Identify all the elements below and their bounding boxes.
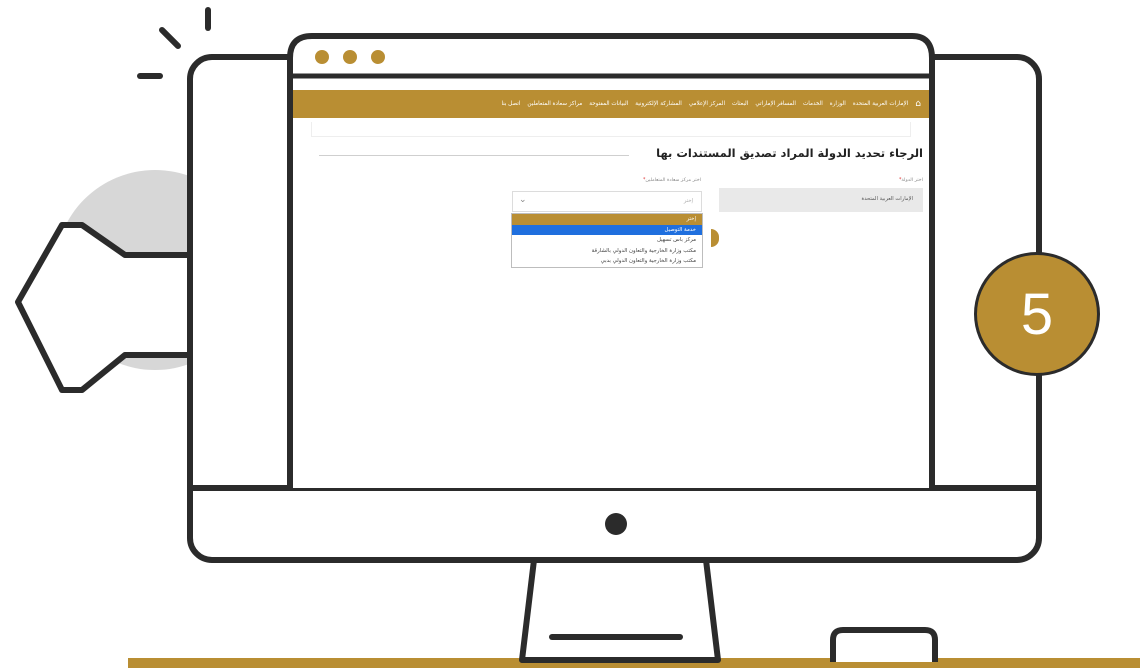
nav-item[interactable]: المسافر الإماراتي xyxy=(755,101,796,107)
nav-item[interactable]: الإمارات العربية المتحدة xyxy=(853,101,908,107)
nav-item[interactable]: البعثات xyxy=(732,101,748,107)
center-label: اختر مركز سعادة المتعاملين* xyxy=(643,178,701,183)
browser-dot[interactable] xyxy=(343,50,357,64)
next-button[interactable] xyxy=(711,229,719,247)
dropdown-option[interactable]: مكتب وزارة الخارجية والتعاون الدولي بدبي xyxy=(512,256,702,267)
dropdown-option[interactable]: مركز باس تسهيل xyxy=(512,235,702,246)
dropdown-option[interactable]: خدمة التوصيل xyxy=(512,224,702,235)
country-label-text: اختر الدولة xyxy=(901,178,923,183)
monitor-stand xyxy=(519,559,721,663)
website-screen: ⌂ الإمارات العربية المتحدة الوزارة الخدم… xyxy=(293,90,929,485)
country-select-value: الإمارات العربية المتحدة xyxy=(861,196,913,202)
dropdown-option[interactable]: إختر xyxy=(512,214,702,225)
country-select[interactable]: الإمارات العربية المتحدة xyxy=(719,188,923,212)
page-title: الرجاء تحديد الدولة المراد تصديق المستند… xyxy=(656,146,923,160)
title-divider xyxy=(319,155,629,156)
mug xyxy=(830,627,938,662)
browser-dot[interactable] xyxy=(371,50,385,64)
nav-item[interactable]: الخدمات xyxy=(803,101,823,107)
nav-item[interactable]: البيانات المفتوحة xyxy=(589,101,628,107)
nav-item[interactable]: مراكز سعادة المتعاملين xyxy=(527,101,582,107)
main-nav: ⌂ الإمارات العربية المتحدة الوزارة الخدم… xyxy=(293,90,929,118)
step-number: 5 xyxy=(1020,281,1054,347)
chevron-down-icon: ⌄ xyxy=(519,195,527,205)
camera-dot xyxy=(605,513,627,535)
browser-dot[interactable] xyxy=(315,50,329,64)
nav-item[interactable]: اتصل بنا xyxy=(501,101,520,107)
center-dropdown-list: إختر خدمة التوصيل مركز باس تسهيل مكتب وز… xyxy=(511,213,703,268)
sub-nav-bar xyxy=(311,122,911,137)
center-select[interactable]: إختر ⌄ xyxy=(512,191,702,212)
dropdown-option[interactable]: مكتب وزارة الخارجية والتعاون الدولي بالش… xyxy=(512,246,702,257)
nav-item[interactable]: الوزارة xyxy=(830,101,846,107)
center-select-placeholder: إختر xyxy=(683,198,693,204)
step-number-badge: 5 xyxy=(974,252,1100,376)
home-icon[interactable]: ⌂ xyxy=(915,99,921,109)
nav-item[interactable]: المشاركة الإلكترونية xyxy=(635,101,682,107)
nav-item[interactable]: المركز الإعلامي xyxy=(689,101,725,107)
center-label-text: اختر مركز سعادة المتعاملين xyxy=(645,178,701,183)
country-label: اختر الدولة* xyxy=(899,178,923,183)
